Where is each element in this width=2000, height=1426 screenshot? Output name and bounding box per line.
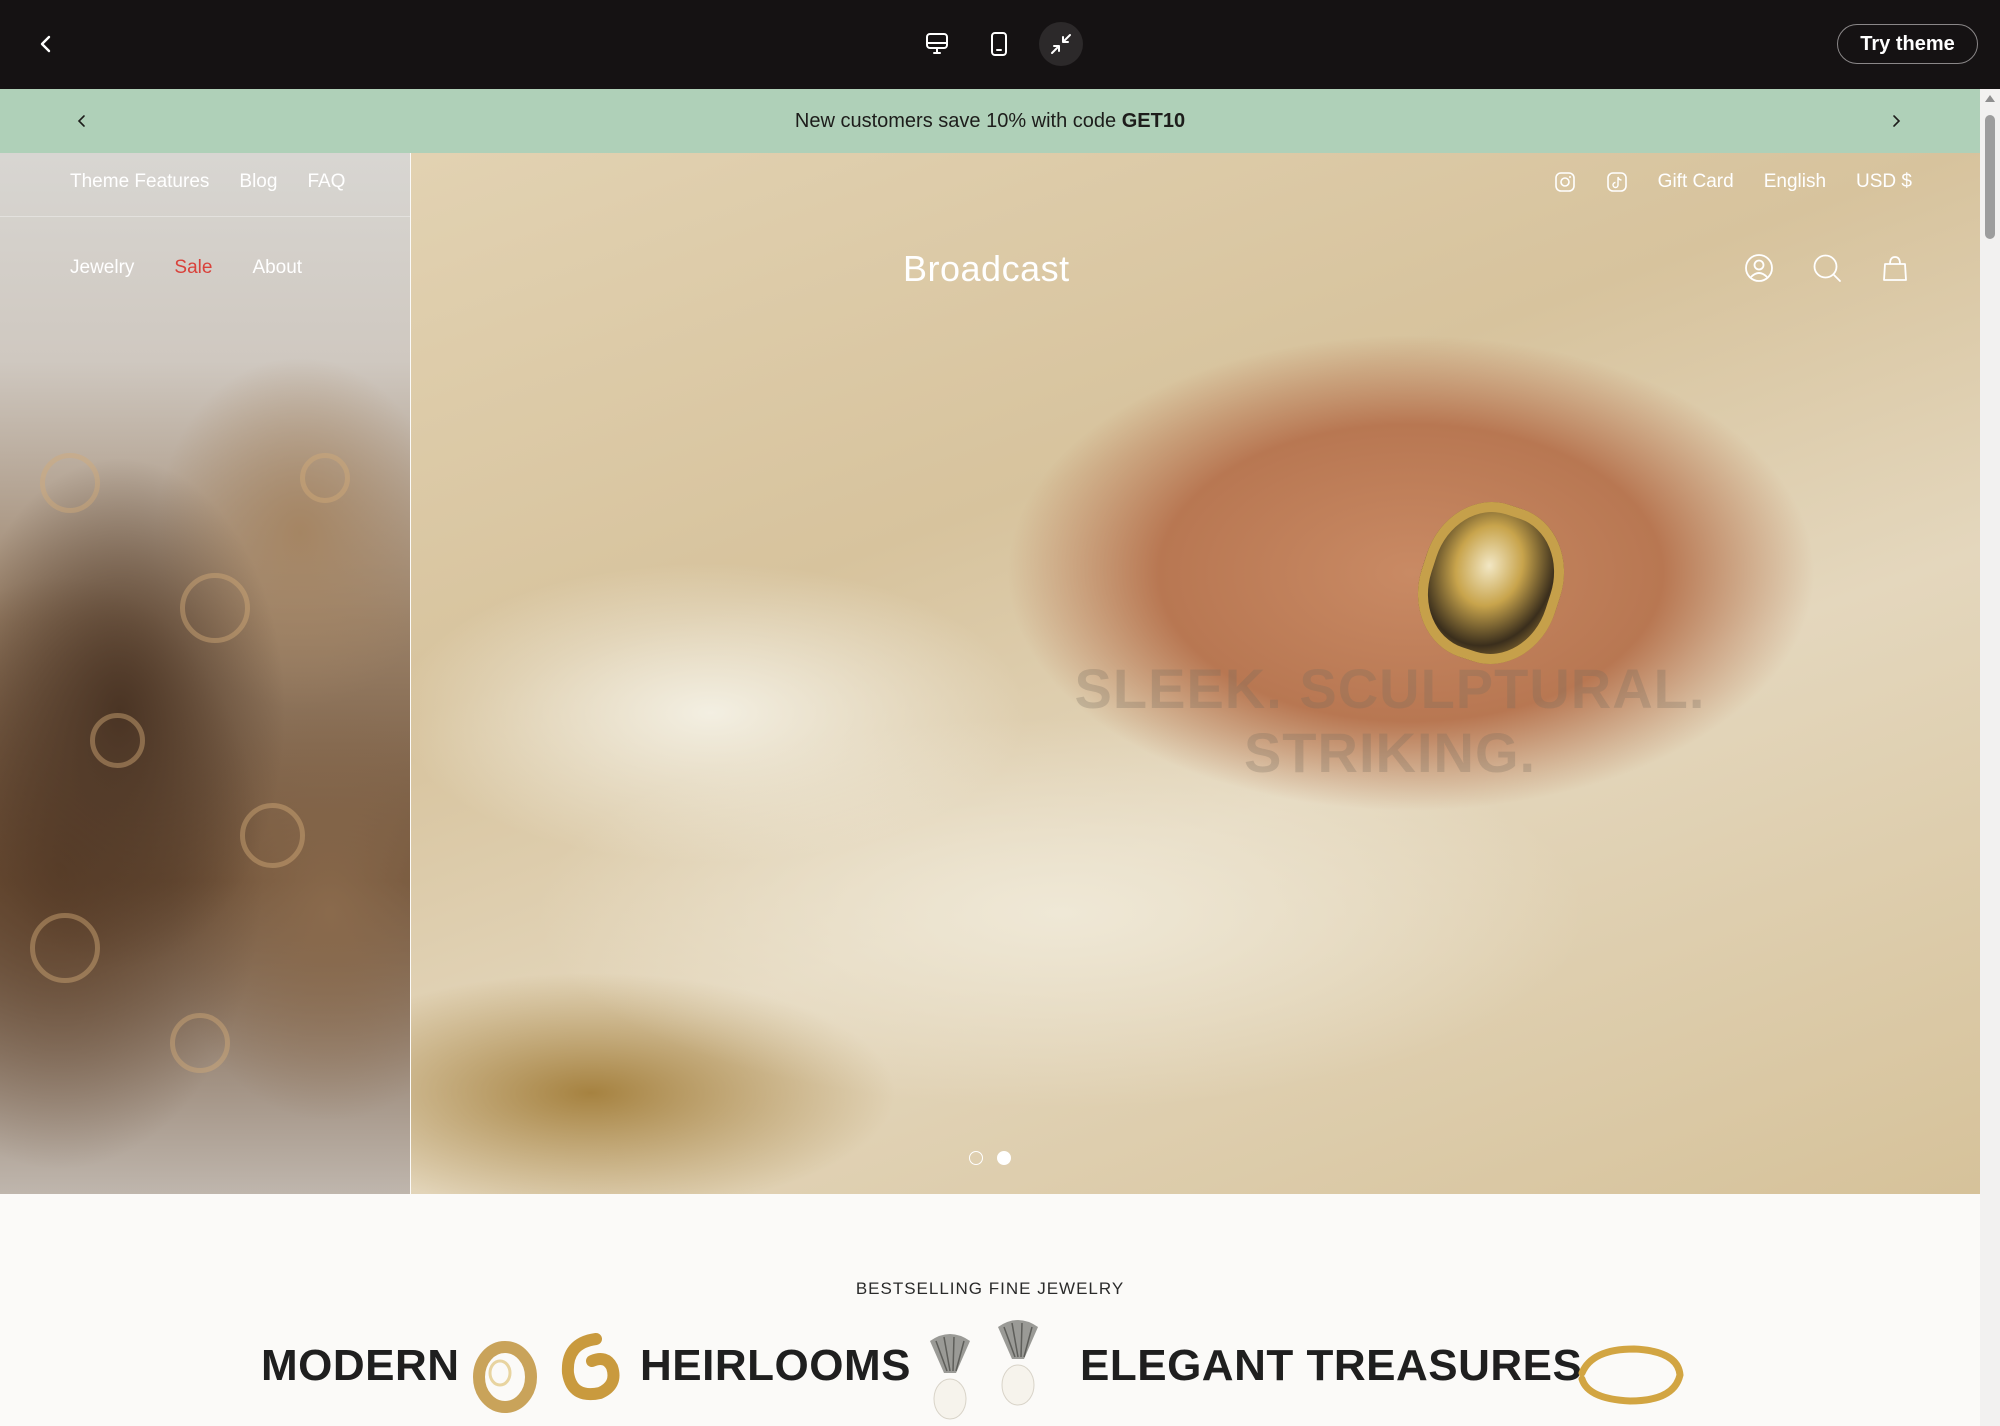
nav-link-sale[interactable]: Sale	[174, 257, 212, 279]
slide-dot-1[interactable]	[969, 1151, 983, 1165]
utility-bar: Gift Card English USD $	[1554, 171, 1912, 193]
promo-code: GET10	[1121, 109, 1186, 132]
currency-selector[interactable]: USD $	[1856, 171, 1912, 193]
secondary-nav: Theme Features Blog FAQ	[70, 171, 345, 193]
hero-slideshow: SLEEK. SCULPTURAL. STRIKING. Theme Featu…	[0, 153, 1980, 1194]
chevron-left-icon[interactable]	[68, 107, 96, 135]
gift-card-link[interactable]: Gift Card	[1658, 171, 1734, 193]
main-nav: Jewelry Sale About	[70, 257, 302, 279]
announcement-bar: New customers save 10% with code GET10	[0, 89, 1980, 153]
hair-curl	[90, 713, 145, 768]
slideshow-dots	[969, 1151, 1011, 1165]
gold-ring-image	[1399, 485, 1583, 681]
nav-link-blog[interactable]: Blog	[239, 171, 277, 193]
hair-curl	[240, 803, 305, 868]
gold-swirl-earring-image	[561, 1333, 620, 1400]
nav-link-jewelry[interactable]: Jewelry	[70, 257, 134, 279]
gold-cuff-bracelet-image	[1578, 1345, 1684, 1405]
hair-curl	[30, 913, 100, 983]
marquee-word-heirlooms[interactable]: HEIRLOOMS	[640, 1341, 911, 1391]
try-theme-button[interactable]: Try theme	[1837, 24, 1978, 64]
shell-pearl-earring-image	[998, 1320, 1038, 1406]
store-preview: New customers save 10% with code GET10 S…	[0, 89, 1980, 1426]
language-selector[interactable]: English	[1764, 171, 1826, 193]
gold-hoop-earring-image	[473, 1341, 537, 1413]
collapse-icon[interactable]	[1039, 22, 1083, 66]
search-icon[interactable]	[1810, 251, 1844, 285]
slide-dot-2[interactable]	[997, 1151, 1011, 1165]
hair-curl	[300, 453, 350, 503]
section-eyebrow: BESTSELLING FINE JEWELRY	[855, 1279, 1125, 1298]
shell-pearl-earring-image	[930, 1334, 970, 1420]
instagram-icon[interactable]	[1554, 171, 1576, 193]
hero-image-hair	[0, 153, 410, 1194]
nav-link-about[interactable]: About	[252, 257, 302, 279]
marquee-word-modern[interactable]: MODERN	[261, 1341, 460, 1391]
mobile-icon[interactable]	[977, 22, 1021, 66]
desktop-icon[interactable]	[915, 22, 959, 66]
hair-curl	[170, 1013, 230, 1073]
nav-divider	[0, 216, 410, 217]
scrollbar[interactable]	[1980, 89, 2000, 1426]
scroll-thumb[interactable]	[1985, 115, 1995, 239]
hair-curl	[40, 453, 100, 513]
announcement-text: New customers save 10% with code GET10	[794, 109, 1186, 132]
hair-curl	[180, 573, 250, 643]
nav-link-faq[interactable]: FAQ	[307, 171, 345, 193]
back-arrow-icon[interactable]	[26, 24, 66, 64]
scroll-up-arrow-icon[interactable]	[1985, 95, 1995, 102]
device-toggle-group	[915, 22, 1083, 66]
store-logo[interactable]: Broadcast	[903, 248, 1070, 290]
marquee-word-elegant-treasures[interactable]: ELEGANT TREASURES	[1080, 1341, 1582, 1391]
header-icons	[1742, 251, 1912, 285]
tiktok-icon[interactable]	[1606, 171, 1628, 193]
account-icon[interactable]	[1742, 251, 1776, 285]
hero-headline: SLEEK. SCULPTURAL. STRIKING.	[1074, 657, 1706, 784]
collection-marquee: MODERN HEIRLOOMS ELEGANT TREASURES	[0, 1320, 1980, 1426]
cart-icon[interactable]	[1878, 251, 1912, 285]
preview-toolbar: Try theme	[0, 0, 2000, 89]
nav-link-theme-features[interactable]: Theme Features	[70, 171, 209, 193]
chevron-right-icon[interactable]	[1882, 107, 1910, 135]
